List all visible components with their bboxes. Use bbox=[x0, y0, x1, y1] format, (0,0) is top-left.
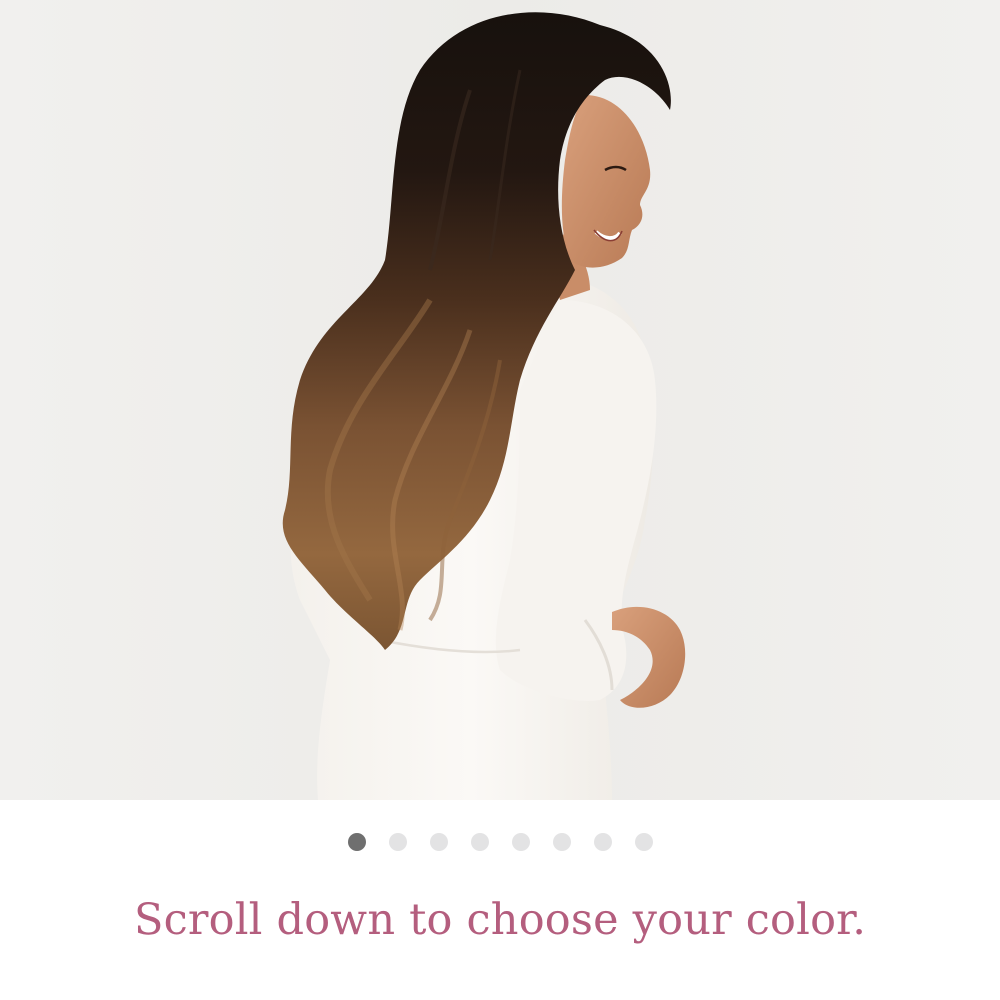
scroll-hint-caption: Scroll down to choose your color. bbox=[133, 895, 867, 945]
carousel-dot-7[interactable] bbox=[593, 833, 612, 851]
hero-product-image[interactable] bbox=[0, 0, 1000, 800]
model-photo bbox=[0, 0, 1000, 800]
carousel-dot-5[interactable] bbox=[511, 833, 530, 851]
product-gallery-screen: Scroll down to choose your color. bbox=[0, 0, 1000, 1000]
carousel-dot-2[interactable] bbox=[388, 833, 407, 851]
carousel-dot-1[interactable] bbox=[347, 833, 366, 851]
carousel-dot-6[interactable] bbox=[552, 833, 571, 851]
carousel-dot-3[interactable] bbox=[429, 833, 448, 851]
carousel-dot-8[interactable] bbox=[634, 833, 653, 851]
carousel-pagination bbox=[0, 832, 1000, 852]
carousel-dot-4[interactable] bbox=[470, 833, 489, 851]
